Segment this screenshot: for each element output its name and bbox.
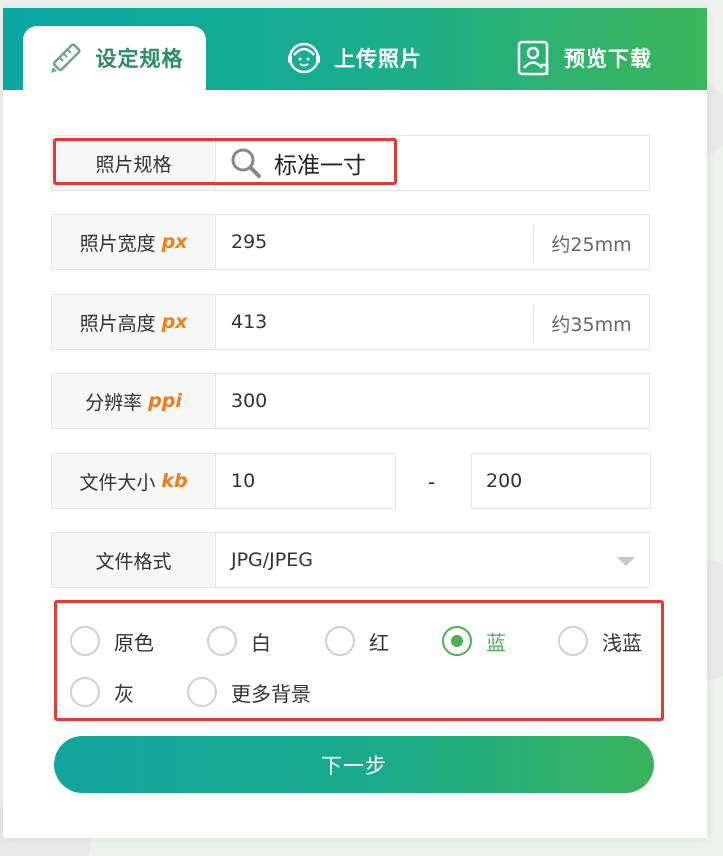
unit-px: px [161,231,188,253]
photo-height-input[interactable]: 413 [231,295,267,349]
photo-width-input[interactable]: 295 [231,215,267,269]
step-tabbar: 设定规格 上传照片 预览下载 [3,8,707,90]
radio-circle[interactable] [558,626,588,656]
file-format-row[interactable]: 文件格式 JPG/JPEG [51,532,650,588]
photo-height-label: 照片高度 px [52,295,216,349]
radio-label: 浅蓝 [602,630,642,655]
filesize-label-text: 文件大小 [79,471,156,494]
radio-label: 灰 [114,681,134,706]
radio-more-backgrounds[interactable]: 更多背景 [187,677,311,707]
filesize-max-input[interactable]: 200 [471,453,651,509]
photo-height-row: 照片高度 px 413 约35mm [51,294,650,350]
photo-width-label: 照片宽度 px [52,215,216,269]
range-separator: - [428,470,436,494]
photo-width-row: 照片宽度 px 295 约25mm [51,214,650,270]
avatar-upload-icon [284,38,324,78]
spec-highlight-box [53,138,397,185]
chevron-down-icon[interactable] [617,557,635,566]
resolution-row: 分辨率 ppi 300 [51,373,650,429]
tab-label: 设定规格 [95,47,184,71]
filesize-label: 文件大小 kb [52,454,216,508]
radio-circle[interactable] [207,626,237,656]
file-format-select[interactable]: JPG/JPEG [231,533,313,587]
resolution-label: 分辨率 ppi [52,374,216,428]
radio-gray[interactable]: 灰 [70,677,134,707]
radio-circle[interactable] [70,626,100,656]
unit-kb: kb [161,470,188,492]
radio-label: 红 [369,630,389,655]
radio-red[interactable]: 红 [325,626,389,656]
photo-height-label-text: 照片高度 [79,312,156,335]
ruler-pencil-icon [46,38,86,78]
radio-blue[interactable]: 蓝 [442,626,506,656]
file-format-label: 文件格式 [52,533,216,587]
radio-original[interactable]: 原色 [70,626,154,656]
photo-width-approx: 约25mm [533,225,649,261]
radio-label: 原色 [114,630,154,655]
radio-label: 更多背景 [231,681,311,706]
photo-width-label-text: 照片宽度 [79,232,156,255]
radio-circle[interactable] [442,626,472,656]
radio-label: 蓝 [486,630,506,655]
radio-label: 白 [251,630,271,655]
resolution-input[interactable]: 300 [231,374,267,428]
unit-px: px [161,311,188,333]
radio-circle[interactable] [187,677,217,707]
unit-ppi: ppi [148,390,182,412]
tab-preview-download[interactable]: 预览下载 [498,26,668,90]
tab-set-spec[interactable]: 设定规格 [23,26,206,90]
tab-label: 上传照片 [334,47,422,71]
radio-circle[interactable] [70,677,100,707]
filesize-min-input[interactable]: 10 [231,454,255,508]
radio-light-blue[interactable]: 浅蓝 [558,626,642,656]
file-format-label-text: 文件格式 [95,550,172,573]
tab-upload-photo[interactable]: 上传照片 [263,26,443,90]
tab-label: 预览下载 [564,47,652,71]
radio-white[interactable]: 白 [207,626,271,656]
resolution-label-text: 分辨率 [85,391,143,414]
portrait-card-icon [514,38,554,78]
photo-height-approx: 约35mm [533,305,649,341]
radio-circle[interactable] [325,626,355,656]
filesize-row: 文件大小 kb 10 [51,453,396,509]
next-step-button[interactable]: 下一步 [54,736,654,793]
background-options-highlight [54,600,664,721]
